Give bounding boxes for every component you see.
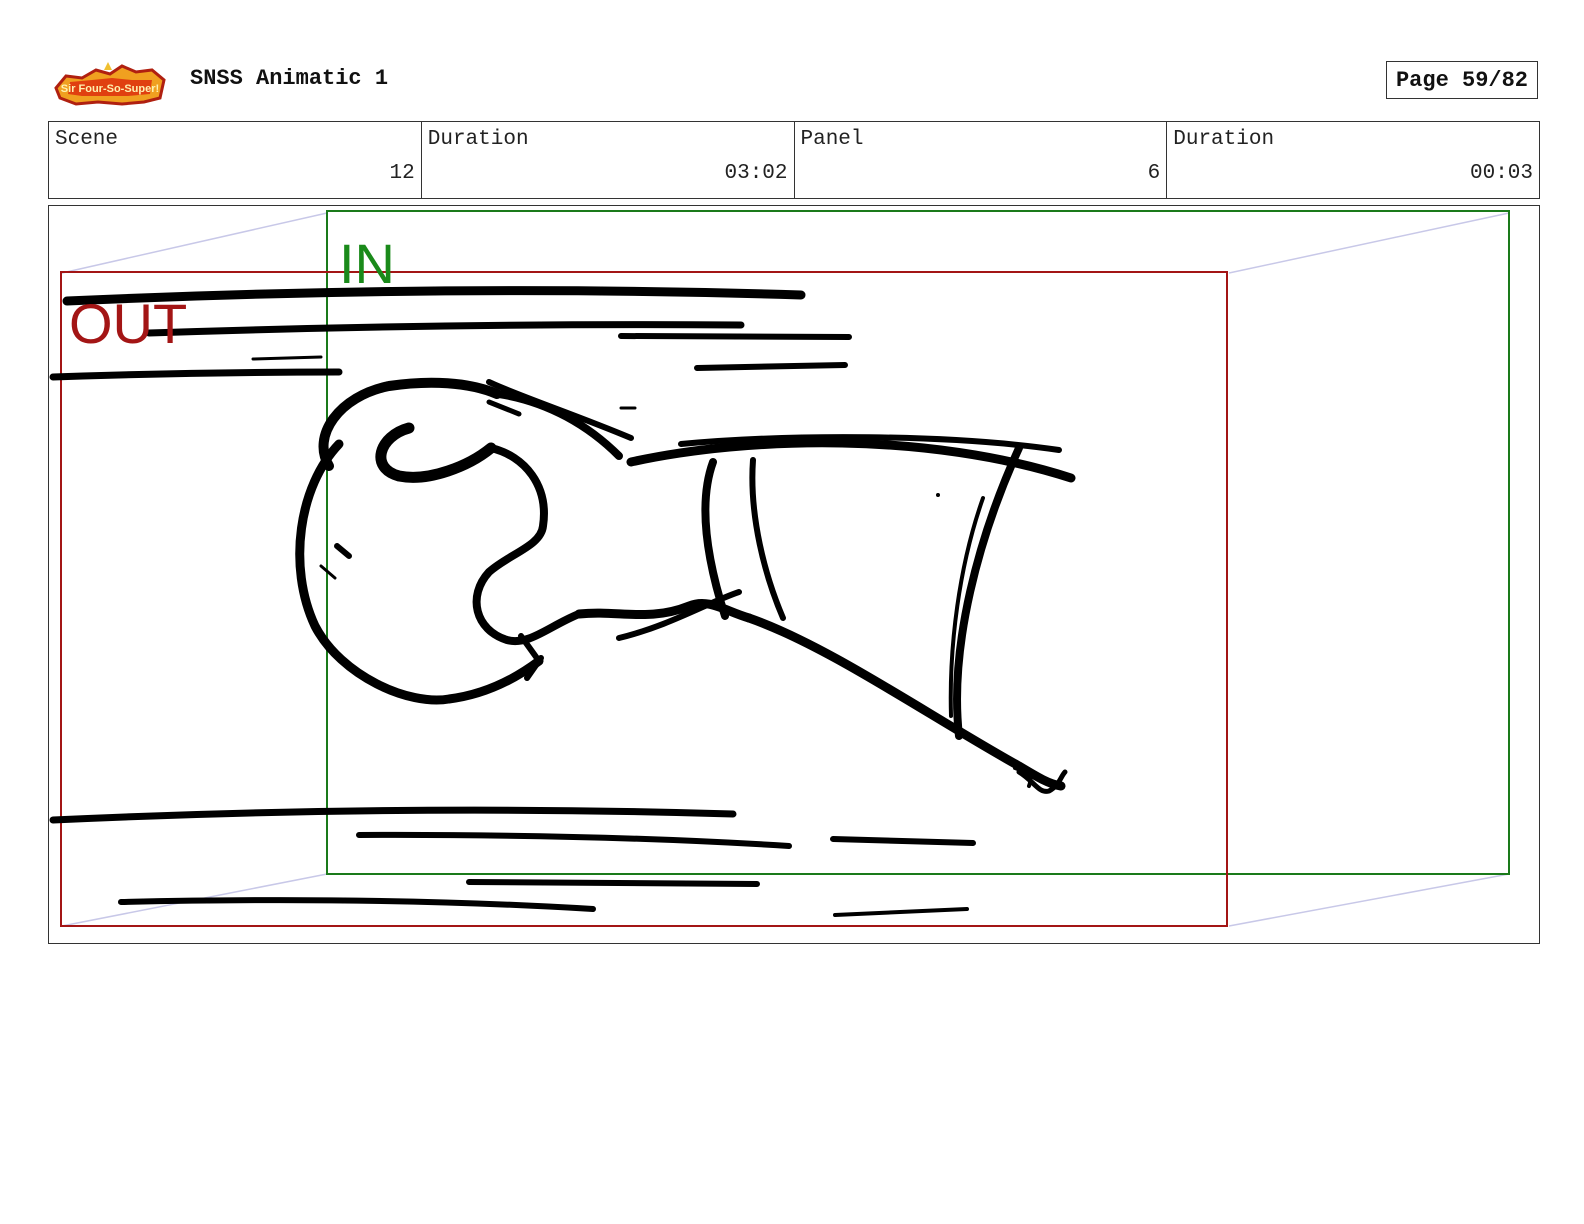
scene-label: Scene bbox=[55, 128, 119, 151]
panel-duration-cell: Duration 00:03 bbox=[1167, 122, 1539, 198]
storyboard-panel: IN OUT bbox=[48, 205, 1540, 944]
document-title: SNSS Animatic 1 bbox=[190, 66, 389, 91]
panel-value: 6 bbox=[1147, 162, 1161, 185]
out-label: OUT bbox=[69, 292, 187, 355]
scene-cell: Scene 12 bbox=[49, 122, 422, 198]
panel-duration-value: 00:03 bbox=[1469, 162, 1533, 185]
scene-duration-value: 03:02 bbox=[724, 162, 788, 185]
logo: Sir Four-So-Super! bbox=[52, 58, 168, 108]
page-indicator: Page 59/82 bbox=[1386, 61, 1538, 99]
panel-info-table: Scene 12 Duration 03:02 Panel 6 Duration… bbox=[48, 121, 1540, 199]
scene-value: 12 bbox=[389, 162, 415, 185]
logo-text: Sir Four-So-Super! bbox=[61, 83, 159, 95]
in-label: IN bbox=[339, 232, 395, 295]
scene-duration-cell: Duration 03:02 bbox=[422, 122, 795, 198]
camera-move-lines bbox=[61, 212, 1510, 927]
scene-duration-label: Duration bbox=[427, 128, 529, 151]
character-sketch bbox=[295, 377, 1076, 794]
speed-lines bbox=[49, 286, 976, 917]
in-frame-rectangle bbox=[326, 210, 1510, 875]
panel-cell: Panel 6 bbox=[795, 122, 1168, 198]
panel-label: Panel bbox=[800, 128, 864, 151]
panel-duration-label: Duration bbox=[1173, 128, 1275, 151]
